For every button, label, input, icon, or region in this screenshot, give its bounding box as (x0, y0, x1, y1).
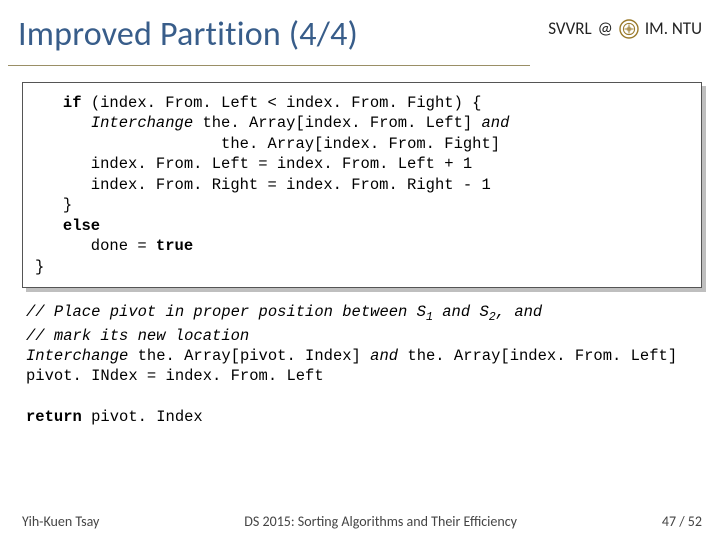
footer-author: Yih-Kuen Tsay (22, 513, 99, 530)
kw-return: return (26, 408, 82, 426)
code-line-8: done = true (35, 237, 193, 255)
code-line-3: the. Array[index. From. Fight] (35, 135, 500, 153)
code-line-interchange: Interchange the. Array[pivot. Index] and… (26, 347, 677, 365)
comment-line-1: // Place pivot in proper position betwee… (26, 303, 542, 321)
code-line-7: else (35, 217, 100, 235)
ntu-seal-icon (619, 19, 639, 39)
footer-course: DS 2015: Sorting Algorithms and Their Ef… (99, 513, 661, 530)
affiliation-at: @ (598, 18, 613, 39)
code-line-return: return pivot. Index (26, 408, 203, 426)
footer-page-number: 47 / 52 (662, 513, 702, 530)
code-box: if (index. From. Left < index. From. Fig… (22, 82, 702, 288)
slide-body: if (index. From. Left < index. From. Fig… (0, 66, 720, 428)
code-line-2: Interchange the. Array[index. From. Left… (35, 114, 509, 132)
slide: Improved Partition (4/4) SVVRL @ IM. NTU… (0, 0, 720, 540)
kw-if: if (63, 94, 82, 112)
code-line-pivotindex: pivot. INdex = index. From. Left (26, 367, 324, 385)
kw-else: else (63, 217, 100, 235)
title-wrap: Improved Partition (4/4) (8, 12, 530, 66)
comment-line-2: // mark its new location (26, 327, 249, 345)
affiliation-left: SVVRL (548, 18, 591, 39)
code-line-1: if (index. From. Left < index. From. Fig… (35, 94, 481, 112)
code-line-4: index. From. Left = index. From. Left + … (35, 155, 472, 173)
affiliation: SVVRL @ IM. NTU (530, 12, 702, 39)
code-line-6: } (35, 196, 72, 214)
code-line-9: } (35, 258, 44, 276)
slide-title: Improved Partition (4/4) (8, 12, 530, 61)
slide-footer: Yih-Kuen Tsay DS 2015: Sorting Algorithm… (0, 513, 720, 540)
title-underline (8, 65, 530, 66)
code-line-5: index. From. Right = index. From. Right … (35, 176, 491, 194)
code-after: // Place pivot in proper position betwee… (22, 288, 702, 428)
slide-header: Improved Partition (4/4) SVVRL @ IM. NTU (0, 0, 720, 66)
kw-true: true (156, 237, 193, 255)
affiliation-right: IM. NTU (645, 18, 702, 39)
